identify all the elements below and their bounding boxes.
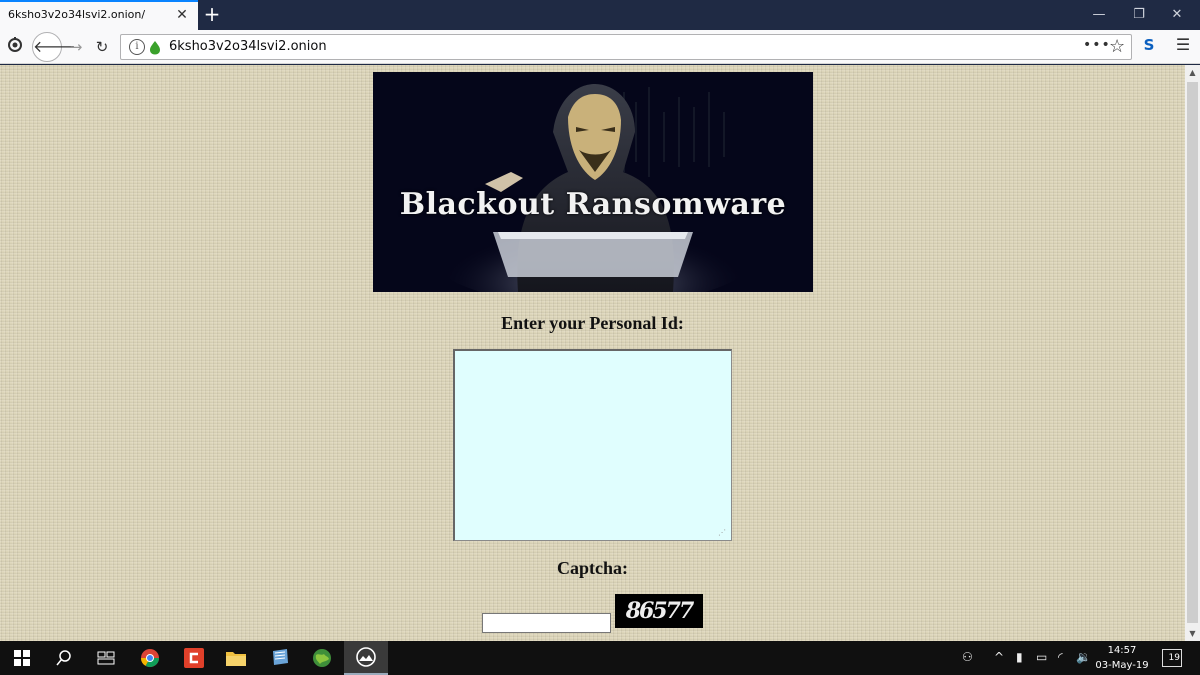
tab-title: 6ksho3v2o34lsvi2.onion/ xyxy=(8,8,146,21)
hooded-figure-illustration xyxy=(373,72,813,292)
scroll-down-icon[interactable]: ▼ xyxy=(1185,626,1200,641)
people-icon[interactable]: ⚇ xyxy=(962,650,973,664)
notes-app-icon[interactable] xyxy=(258,641,302,675)
clock-date: 03-May-19 xyxy=(1095,660,1149,671)
banner-image: Blackout Ransomware xyxy=(373,72,813,292)
captcha-label: Captcha: xyxy=(557,558,628,578)
navigation-bar: 🡐 → ↻ i 6ksho3v2o34lsvi2.onion ••• ☆ S ☰ xyxy=(0,30,1200,64)
battery-icon[interactable]: ▭ xyxy=(1036,650,1047,664)
security-tray-icon[interactable]: ▮ xyxy=(1016,650,1023,664)
personal-id-textarea[interactable] xyxy=(453,349,732,541)
file-explorer-icon[interactable] xyxy=(214,641,258,675)
captcha-image: 86577 xyxy=(615,594,703,628)
wifi-icon[interactable]: ◜ xyxy=(1058,650,1063,664)
onion-site-icon xyxy=(150,41,160,55)
tab-strip: 6ksho3v2o34lsvi2.onion/ ✕ + — ❐ ✕ xyxy=(0,0,1200,30)
hamburger-menu-icon[interactable]: ☰ xyxy=(1172,35,1194,59)
tor-browser-taskbar-icon[interactable] xyxy=(344,641,388,675)
back-button[interactable]: 🡐 xyxy=(32,32,76,62)
scrollbar-thumb[interactable] xyxy=(1187,82,1198,623)
app-c-icon[interactable] xyxy=(172,641,216,675)
taskbar-clock[interactable]: 14:57 03-May-19 xyxy=(1092,643,1152,673)
captcha-input[interactable] xyxy=(482,613,611,633)
volume-icon[interactable]: 🔉 xyxy=(1076,650,1091,664)
globe-app-icon[interactable] xyxy=(300,641,344,675)
tab-active[interactable]: 6ksho3v2o34lsvi2.onion/ ✕ xyxy=(0,0,198,30)
tor-onion-icon[interactable] xyxy=(3,35,27,59)
personal-id-label: Enter your Personal Id: xyxy=(501,313,684,333)
banner-title: Blackout Ransomware xyxy=(399,187,787,222)
url-text[interactable]: 6ksho3v2o34lsvi2.onion xyxy=(169,39,327,54)
reload-icon[interactable]: ↻ xyxy=(90,35,114,59)
tab-close-icon[interactable]: ✕ xyxy=(173,6,191,24)
windows-taskbar: ⚇ ^ ▮ ▭ ◜ 🔉 14:57 03-May-19 19 xyxy=(0,641,1200,675)
close-window-icon[interactable]: ✕ xyxy=(1154,0,1200,30)
clock-time: 14:57 xyxy=(1107,645,1137,656)
task-view-icon[interactable] xyxy=(84,641,128,675)
chrome-icon[interactable] xyxy=(128,641,172,675)
bookmark-star-icon[interactable]: ☆ xyxy=(1109,36,1125,57)
extension-s-icon[interactable]: S xyxy=(1141,36,1157,58)
forward-icon[interactable]: → xyxy=(64,35,88,59)
page-viewport: Blackout Ransomware Enter your Personal … xyxy=(0,65,1185,641)
new-tab-icon[interactable]: + xyxy=(200,2,224,28)
notification-center-icon[interactable]: 19 xyxy=(1162,649,1182,667)
search-icon[interactable] xyxy=(42,641,86,675)
page-actions-icon[interactable]: ••• xyxy=(1083,37,1111,53)
notification-count: 19 xyxy=(1168,653,1180,663)
windows-start-icon[interactable] xyxy=(0,641,44,675)
url-bar[interactable]: i 6ksho3v2o34lsvi2.onion ••• ☆ xyxy=(120,34,1132,60)
show-hidden-icons-chevron-up-icon[interactable]: ^ xyxy=(994,650,1004,664)
resize-grip-icon[interactable]: ⋰ xyxy=(718,528,728,538)
vertical-scrollbar[interactable]: ▲ ▼ xyxy=(1185,65,1200,641)
info-icon[interactable]: i xyxy=(129,39,145,55)
scroll-up-icon[interactable]: ▲ xyxy=(1185,65,1200,80)
